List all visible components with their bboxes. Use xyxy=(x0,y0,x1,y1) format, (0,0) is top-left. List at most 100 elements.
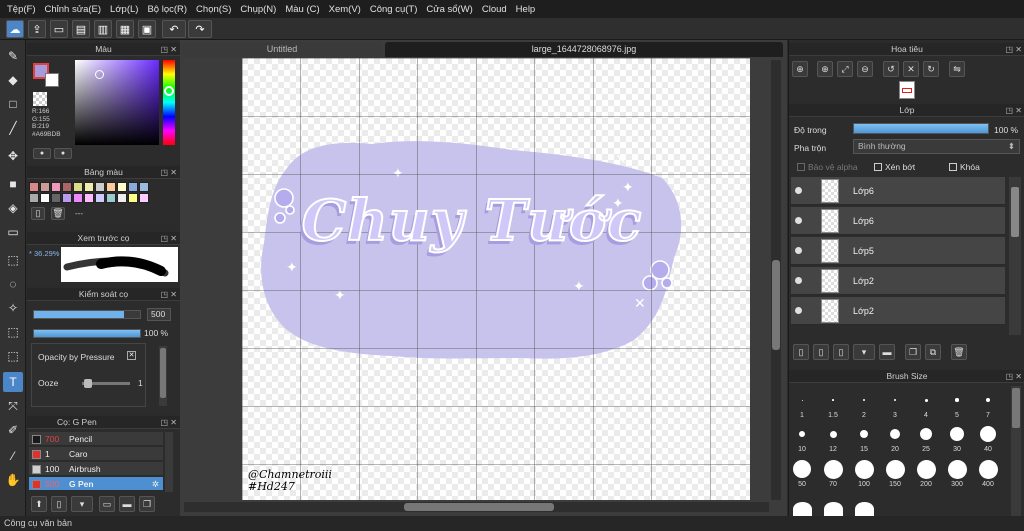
palette-swatch[interactable] xyxy=(40,193,50,203)
pen-tool-icon[interactable]: ✐ xyxy=(3,420,23,440)
menu-select[interactable]: Chọn(S) xyxy=(193,4,237,15)
rect-tool-icon[interactable]: □ xyxy=(3,94,23,114)
eye-icon[interactable] xyxy=(795,247,802,254)
layer-row[interactable]: Lớp6 xyxy=(791,207,1005,235)
brush-size-slider[interactable] xyxy=(33,310,141,319)
brush-size-value[interactable]: 500 xyxy=(147,308,171,321)
eraser-tool-icon[interactable]: ◆ xyxy=(3,70,23,90)
palette-swatch[interactable] xyxy=(106,193,116,203)
text-tool-icon[interactable]: T xyxy=(3,372,23,392)
new-layer-2-icon[interactable]: ▯ xyxy=(813,344,829,360)
brush-item[interactable]: 700 Pencil xyxy=(29,432,163,446)
new-layer-3-icon[interactable]: ▯ xyxy=(833,344,849,360)
color-history-icon[interactable]: ● xyxy=(54,148,72,159)
select-eraser-icon[interactable]: ⬚ xyxy=(3,346,23,366)
brush-size-dot[interactable] xyxy=(947,459,967,479)
palette-swatch[interactable] xyxy=(51,182,61,192)
fit-icon[interactable]: ⤢ xyxy=(837,61,853,77)
layer-row[interactable]: Lớp2 xyxy=(791,267,1005,295)
brush-size-dot[interactable] xyxy=(950,427,964,441)
brush-menu-icon[interactable]: ▾ xyxy=(71,496,93,512)
canvas-hscroll[interactable] xyxy=(184,502,769,512)
palette-swatch[interactable] xyxy=(84,193,94,203)
hand-tool-icon[interactable]: ✋ xyxy=(3,470,23,490)
palette-swatch[interactable] xyxy=(73,193,83,203)
cloud-icon[interactable]: ☁ xyxy=(6,20,24,38)
brush-size-dot[interactable] xyxy=(799,431,805,437)
brush-item[interactable]: 100 Airbrush xyxy=(29,462,163,476)
picker-cursor[interactable] xyxy=(95,70,104,79)
menu-view[interactable]: Xem(V) xyxy=(326,4,367,15)
panel-icon[interactable]: ▥ xyxy=(94,20,112,38)
menu-file[interactable]: Tệp(F) xyxy=(4,4,42,15)
window-icon[interactable]: ▤ xyxy=(72,20,90,38)
secondary-color-swatch[interactable] xyxy=(45,73,59,87)
brush-size-dot[interactable] xyxy=(854,459,874,479)
brush-size-dot[interactable] xyxy=(893,398,897,402)
lock-checkbox[interactable]: Khóa xyxy=(949,162,980,172)
zoom-in-2-icon[interactable]: ⊕ xyxy=(817,61,833,77)
brush-tool-icon[interactable]: ✎ xyxy=(3,46,23,66)
brush-size-dot[interactable] xyxy=(978,459,998,479)
layer-merge-icon[interactable]: ⧉ xyxy=(925,344,941,360)
eye-icon[interactable] xyxy=(795,217,802,224)
blend-mode-select[interactable]: Bình thường ⬍ xyxy=(853,139,1020,154)
canvas-vscroll[interactable] xyxy=(771,60,781,500)
navigator-thumbnail[interactable] xyxy=(899,81,915,99)
eye-icon[interactable] xyxy=(795,307,802,314)
eye-icon[interactable] xyxy=(795,277,802,284)
menu-filter[interactable]: Bộ lọc(R) xyxy=(144,4,193,15)
brush-size-dot[interactable] xyxy=(955,398,959,402)
palette-swatch[interactable] xyxy=(117,182,127,192)
palette-swatch[interactable] xyxy=(139,193,149,203)
palette-grid[interactable] xyxy=(29,182,159,204)
layer-folder-icon[interactable]: ▬ xyxy=(879,344,895,360)
brush-size-dot[interactable] xyxy=(924,398,928,402)
rotate-left-icon[interactable]: ↺ xyxy=(883,61,899,77)
palette-swatch[interactable] xyxy=(40,182,50,192)
palette-swatch[interactable] xyxy=(29,182,39,192)
bucket-tool-icon[interactable]: ◈ xyxy=(3,198,23,218)
transform-icon[interactable]: ⤧ xyxy=(3,396,23,416)
fill-rect-tool-icon[interactable]: ■ xyxy=(3,174,23,194)
brush-item[interactable]: 1 Caro xyxy=(29,447,163,461)
brush-item-selected[interactable]: 500 G Pen ✲ xyxy=(29,477,163,491)
palette-swatch[interactable] xyxy=(128,182,138,192)
add-brush-icon[interactable]: ⬆ xyxy=(31,496,47,512)
brush-size-dot[interactable] xyxy=(985,397,991,403)
new-page-icon[interactable]: ▯ xyxy=(31,207,45,220)
layer-opacity-slider[interactable] xyxy=(853,123,989,134)
layer-copy-icon[interactable]: ❐ xyxy=(905,344,921,360)
tab-untitled[interactable]: Untitled xyxy=(182,42,382,57)
transparent-swatch[interactable] xyxy=(33,92,47,106)
rotate-right-icon[interactable]: ↻ xyxy=(923,61,939,77)
brush-size-scrollbar[interactable] xyxy=(1011,386,1021,516)
hue-slider[interactable] xyxy=(163,60,175,145)
brush-size-dot[interactable] xyxy=(916,459,936,479)
palette-swatch[interactable] xyxy=(84,182,94,192)
undo-icon[interactable]: ↶ xyxy=(162,20,186,38)
canvas-icon[interactable]: ▣ xyxy=(138,20,156,38)
palette-swatch[interactable] xyxy=(117,193,127,203)
palette-swatch[interactable] xyxy=(51,193,61,203)
menu-capture[interactable]: Chụp(N) xyxy=(237,4,282,15)
reset-view-icon[interactable]: ✕ xyxy=(903,61,919,77)
menu-cloud[interactable]: Cloud xyxy=(479,4,513,15)
layer-row[interactable]: Lớp2 xyxy=(791,297,1005,325)
menu-edit[interactable]: Chỉnh sửa(E) xyxy=(42,4,108,15)
brush-size-dot[interactable] xyxy=(980,426,996,442)
redo-icon[interactable]: ↷ xyxy=(188,20,212,38)
lasso-icon[interactable]: ◌ xyxy=(3,274,23,294)
menu-color[interactable]: Màu (C) xyxy=(282,4,325,15)
brush-size-dot[interactable] xyxy=(792,502,812,516)
gear-icon[interactable]: ✲ xyxy=(152,477,159,491)
delete-layer-icon[interactable]: 🗑 xyxy=(951,344,967,360)
menu-layer[interactable]: Lớp(L) xyxy=(107,4,144,15)
color-mode-icon[interactable]: ● xyxy=(33,148,51,159)
drawing-canvas[interactable]: ✦✦✦ ✦✦✦ ✕✕ Chuy Tước @Chamnetroiii#Hd247 xyxy=(242,58,750,500)
zoom-out-icon[interactable]: ⊖ xyxy=(857,61,873,77)
trash-icon[interactable]: 🗑 xyxy=(51,207,65,220)
palette-swatch[interactable] xyxy=(62,193,72,203)
select-pen-icon[interactable]: ⬚ xyxy=(3,322,23,342)
folder-icon[interactable]: ▬ xyxy=(119,496,135,512)
